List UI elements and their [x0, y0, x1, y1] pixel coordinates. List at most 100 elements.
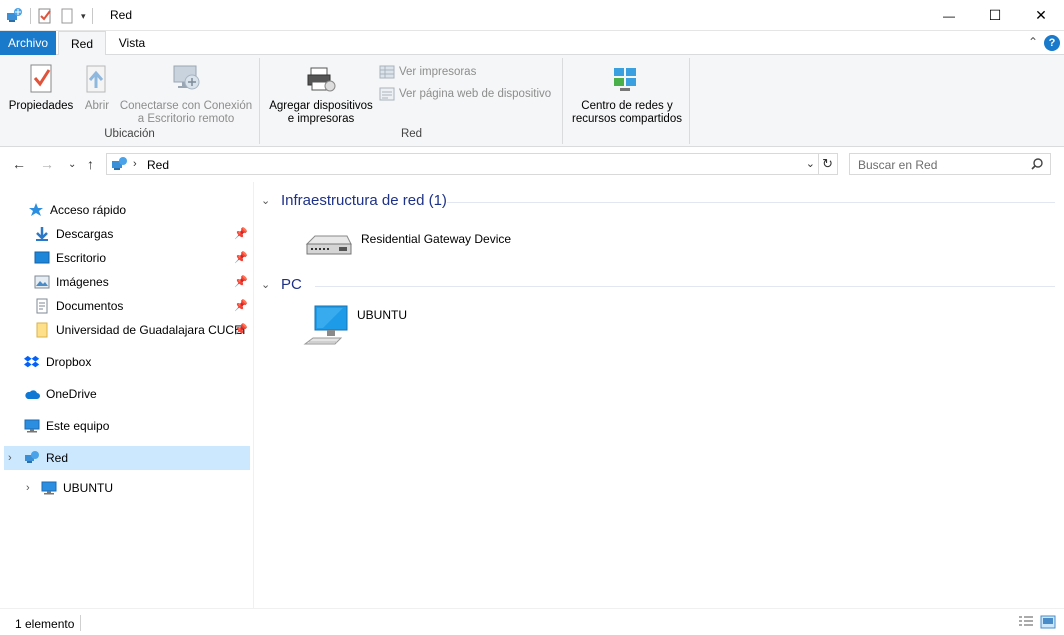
item-ubuntu[interactable]: UBUNTU	[303, 304, 407, 352]
minimize-button[interactable]: —	[926, 0, 972, 31]
sidebar-item-this-pc[interactable]: Este equipo	[24, 414, 248, 438]
item-label: Residential Gateway Device	[361, 232, 512, 246]
group-divider	[315, 286, 1055, 287]
ribbon-group-ubicacion: Propiedades Abrir Conectarse con Conexió…	[0, 58, 260, 144]
pin-icon[interactable]: 📌	[234, 318, 248, 342]
sidebar-item-downloads[interactable]: Descargas 📌	[34, 222, 248, 246]
computer-icon	[303, 304, 351, 352]
properties-button[interactable]: Propiedades	[6, 62, 76, 113]
tab-red[interactable]: Red	[58, 31, 106, 56]
forward-arrow-icon[interactable]: →	[40, 156, 54, 172]
refresh-icon[interactable]: ↻	[822, 156, 833, 172]
item-label: UBUNTU	[357, 308, 407, 322]
new-folder-qat-icon[interactable]	[59, 8, 75, 24]
cloud-icon	[24, 386, 40, 402]
sidebar-item-desktop[interactable]: Escritorio 📌	[34, 246, 248, 270]
open-button[interactable]: Abrir	[78, 62, 116, 113]
large-icons-view-icon[interactable]	[1040, 615, 1056, 629]
sidebar-label: Dropbox	[46, 355, 92, 369]
open-icon	[81, 62, 113, 96]
collapse-chevron-icon[interactable]: ⌄	[261, 194, 275, 207]
remote-desktop-label-line2: a Escritorio remoto	[137, 113, 235, 125]
properties-label: Propiedades	[8, 100, 74, 112]
view-device-page-icon	[379, 87, 395, 101]
pin-icon[interactable]: 📌	[234, 270, 248, 294]
sidebar-item-onedrive[interactable]: OneDrive	[24, 382, 248, 406]
view-printers-button[interactable]: Ver impresoras	[379, 65, 476, 79]
network-center-label-line2: recursos compartidos	[572, 113, 682, 125]
open-label: Abrir	[84, 100, 110, 112]
pin-icon[interactable]: 📌	[234, 294, 248, 318]
item-count: 1 elemento	[15, 617, 75, 631]
view-switcher	[1018, 615, 1056, 629]
remote-desktop-button[interactable]: Conectarse con Conexión a Escritorio rem…	[118, 62, 254, 126]
search-icon[interactable]	[1030, 157, 1044, 171]
ribbon-tabs: Archivo Red Vista ⌃ ?	[0, 31, 1064, 56]
ribbon-group-red: Agregar dispositivos e impresoras Ver im…	[261, 58, 563, 144]
network-location-icon	[111, 156, 129, 172]
tab-archivo[interactable]: Archivo	[0, 31, 56, 55]
pin-icon[interactable]: 📌	[234, 246, 248, 270]
group-header-infrastructure[interactable]: ⌄ Infraestructura de red (1)	[261, 192, 447, 209]
view-printers-icon	[379, 65, 395, 79]
maximize-button[interactable]: ☐	[972, 0, 1018, 31]
sidebar-item-quick-access[interactable]: Acceso rápido	[28, 198, 248, 222]
quick-access-toolbar: ▾	[6, 6, 93, 26]
sidebar-item-network[interactable]: › Red	[4, 446, 250, 470]
search-box[interactable]: Buscar en Red	[849, 153, 1051, 175]
window-title: Red	[110, 8, 133, 22]
address-dropdown-icon[interactable]: ⌄	[806, 157, 815, 170]
sidebar-label: Descargas	[56, 227, 114, 241]
remote-desktop-label-line1: Conectarse con Conexión	[119, 100, 253, 112]
ribbon-group-network-center: Centro de redes y recursos compartidos	[564, 58, 690, 144]
sidebar-label: Universidad de Guadalajara CUCEI	[56, 323, 246, 337]
address-bar[interactable]: › Red ⌄ ↻	[106, 153, 838, 175]
collapse-chevron-icon[interactable]: ⌄	[261, 278, 275, 291]
sidebar-item-pictures[interactable]: Imágenes 📌	[34, 270, 248, 294]
pin-icon[interactable]: 📌	[234, 222, 248, 246]
group-header-pc[interactable]: ⌄ PC	[261, 276, 302, 293]
up-arrow-icon[interactable]: ↑	[87, 156, 94, 172]
sidebar-item-folder[interactable]: Universidad de Guadalajara CUCEI 📌	[34, 318, 248, 342]
remote-desktop-icon	[170, 62, 202, 96]
view-device-page-button[interactable]: Ver página web de dispositivo	[379, 87, 551, 101]
network-center-label-line1: Centro de redes y	[581, 100, 673, 112]
expand-chevron-icon[interactable]: ›	[26, 476, 30, 500]
sidebar-item-ubuntu[interactable]: › UBUNTU	[24, 476, 248, 500]
sidebar-item-documents[interactable]: Documentos 📌	[34, 294, 248, 318]
tab-vista[interactable]: Vista	[108, 31, 156, 55]
sidebar-label: Escritorio	[56, 251, 107, 265]
status-bar: 1 elemento	[0, 608, 1064, 635]
expand-chevron-icon[interactable]: ›	[8, 446, 12, 470]
help-icon[interactable]: ?	[1044, 35, 1060, 51]
add-devices-button[interactable]: Agregar dispositivos e impresoras	[265, 62, 377, 126]
group-label-ubicacion: Ubicación	[104, 128, 155, 140]
properties-icon	[25, 62, 57, 96]
collapse-ribbon-icon[interactable]: ⌃	[1028, 35, 1038, 49]
maximize-icon: ☐	[988, 7, 1002, 23]
add-devices-label-line1: Agregar dispositivos	[269, 100, 373, 112]
sidebar-label: UBUNTU	[63, 481, 113, 495]
desktop-icon	[34, 250, 50, 266]
sidebar-label: Este equipo	[46, 419, 110, 433]
back-arrow-icon[interactable]: ←	[12, 156, 26, 172]
recent-locations-icon[interactable]: ⌄	[68, 159, 76, 170]
router-icon	[303, 228, 355, 264]
network-center-button[interactable]: Centro de redes y recursos compartidos	[568, 62, 686, 126]
pictures-icon	[34, 274, 50, 290]
network-center-icon	[611, 62, 643, 96]
sidebar-item-dropbox[interactable]: Dropbox	[24, 350, 248, 374]
breadcrumb-red[interactable]: Red	[147, 158, 169, 172]
close-button[interactable]: ✕	[1018, 0, 1064, 31]
sidebar-label: Acceso rápido	[50, 203, 127, 217]
folder-icon	[34, 322, 50, 338]
details-view-icon[interactable]	[1018, 615, 1034, 629]
properties-qat-icon[interactable]	[37, 8, 53, 24]
search-placeholder: Buscar en Red	[858, 158, 938, 172]
close-icon: ✕	[1035, 7, 1047, 23]
group-divider	[447, 202, 1055, 203]
item-residential-gateway[interactable]: Residential Gateway Device	[303, 228, 511, 264]
breadcrumb-chevron-icon[interactable]: ›	[133, 158, 137, 170]
qat-dropdown-icon[interactable]: ▾	[81, 11, 86, 22]
network-app-icon	[6, 7, 24, 25]
